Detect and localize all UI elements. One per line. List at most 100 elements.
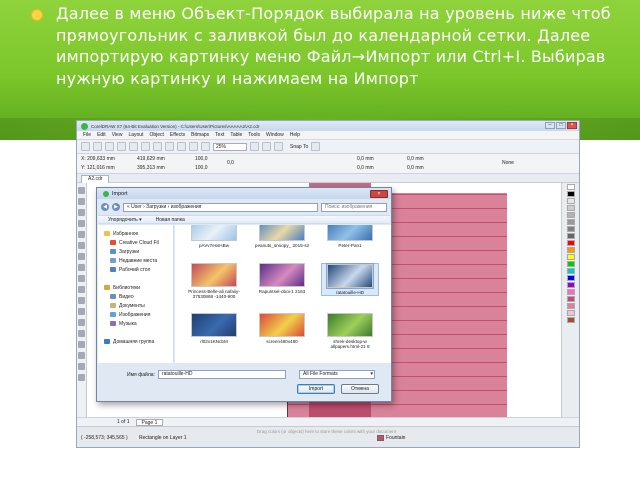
palette-swatch[interactable]: [567, 247, 575, 253]
freehand-tool-icon[interactable]: [78, 231, 85, 238]
nav-item[interactable]: Домашняя группа: [98, 337, 173, 346]
minimize-button[interactable]: –: [545, 122, 555, 129]
maximize-button[interactable]: □: [556, 122, 566, 129]
scale-x[interactable]: 100,0: [195, 156, 208, 162]
x-position[interactable]: X: 209,633 mm: [81, 156, 115, 162]
grid-icon[interactable]: [274, 142, 283, 151]
menu-item-bitmaps[interactable]: Bitmaps: [191, 132, 209, 138]
palette-swatch[interactable]: [567, 254, 575, 260]
open-icon[interactable]: [93, 142, 102, 151]
file-item[interactable]: rl02x1KNcbM: [185, 313, 243, 344]
palette-swatch[interactable]: [567, 261, 575, 267]
file-item[interactable]: screen480x480: [253, 313, 311, 344]
forward-arrow-icon[interactable]: ▶: [112, 203, 120, 211]
document-tab[interactable]: A2.cdr: [81, 175, 110, 183]
menu-item-layout[interactable]: Layout: [128, 132, 143, 138]
text-tool-icon[interactable]: [78, 286, 85, 293]
cancel-button[interactable]: Отмена: [341, 384, 379, 394]
menu-item-text[interactable]: Text: [215, 132, 224, 138]
ellipse-tool-icon[interactable]: [78, 264, 85, 271]
outline-width-select[interactable]: None: [502, 160, 514, 166]
file-item[interactable]: Rapuntsel-oboi-1 2163: [253, 263, 311, 294]
import-button[interactable]: Import: [297, 384, 335, 394]
object-width[interactable]: 419,629 mm: [137, 156, 165, 162]
parallel-dimension-icon[interactable]: [78, 297, 85, 304]
file-item[interactable]: ratatouille-HD: [321, 263, 379, 297]
file-item[interactable]: Peter-Pan1: [321, 225, 379, 248]
palette-swatch[interactable]: [567, 282, 575, 288]
rectangle-tool-icon[interactable]: [78, 253, 85, 260]
menu-item-view[interactable]: View: [112, 132, 123, 138]
full-screen-icon[interactable]: [250, 142, 259, 151]
rotation-angle[interactable]: 0,0: [227, 160, 234, 166]
options-icon[interactable]: [311, 142, 321, 151]
new-folder-button[interactable]: Новая папка: [156, 217, 185, 223]
nav-item[interactable]: Рабочий стол: [98, 265, 173, 274]
file-item[interactable]: Princess-Belle-ali nafaiiy-37530868 -144…: [185, 263, 243, 300]
snap-to-menu[interactable]: Snap To: [290, 144, 308, 150]
cut-icon[interactable]: [129, 142, 138, 151]
zoom-level-select[interactable]: 25%: [213, 142, 247, 151]
scale-y[interactable]: 100,0: [195, 165, 208, 171]
palette-swatch[interactable]: [567, 296, 575, 302]
interactive-fill-icon[interactable]: [78, 352, 85, 359]
nav-item[interactable]: Избранное: [98, 229, 173, 238]
copy-icon[interactable]: [141, 142, 150, 151]
drop-shadow-icon[interactable]: [78, 319, 85, 326]
filetype-select[interactable]: All File Formats ▾: [299, 370, 375, 379]
object-height[interactable]: 395,313 mm: [137, 165, 165, 171]
menu-item-tools[interactable]: Tools: [248, 132, 260, 138]
search-input[interactable]: Поиск: изображения: [321, 202, 387, 212]
nav-item[interactable]: Недавние места: [98, 256, 173, 265]
palette-swatch[interactable]: [567, 191, 575, 197]
export-icon[interactable]: [201, 142, 210, 151]
transparency-tool-icon[interactable]: [78, 330, 85, 337]
zoom-tool-icon[interactable]: [78, 220, 85, 227]
palette-swatch[interactable]: [567, 303, 575, 309]
palette-swatch[interactable]: [567, 310, 575, 316]
palette-swatch[interactable]: [567, 233, 575, 239]
menu-item-file[interactable]: File: [83, 132, 91, 138]
menu-item-object[interactable]: Object: [149, 132, 163, 138]
new-document-icon[interactable]: [81, 142, 90, 151]
y-position[interactable]: Y: 121,016 mm: [81, 165, 115, 171]
page-count[interactable]: 1 of 1: [117, 419, 130, 425]
nav-item[interactable]: Изображения: [98, 310, 173, 319]
paste-icon[interactable]: [153, 142, 162, 151]
print-icon[interactable]: [117, 142, 126, 151]
shape-tool-icon[interactable]: [78, 198, 85, 205]
menu-item-table[interactable]: Table: [230, 132, 242, 138]
close-button[interactable]: ×: [567, 122, 577, 129]
menu-item-help[interactable]: Help: [290, 132, 300, 138]
nav-item[interactable]: Документы: [98, 301, 173, 310]
smart-fill-icon[interactable]: [78, 363, 85, 370]
palette-swatch[interactable]: [567, 184, 575, 190]
nav-item[interactable]: Видео: [98, 292, 173, 301]
nav-item[interactable]: Библиотеки: [98, 283, 173, 292]
menu-item-effects[interactable]: Effects: [170, 132, 185, 138]
eyedropper-icon[interactable]: [78, 341, 85, 348]
pick-tool-icon[interactable]: [78, 187, 85, 194]
menu-item-window[interactable]: Window: [266, 132, 284, 138]
menu-item-edit[interactable]: Edit: [97, 132, 106, 138]
organize-button[interactable]: Упорядочить ▾: [108, 217, 142, 223]
palette-swatch[interactable]: [567, 275, 575, 281]
palette-swatch[interactable]: [567, 226, 575, 232]
file-item[interactable]: shrek-desktop-w allpapers.html-21 8: [321, 313, 379, 350]
corner-radius-1[interactable]: 0,0 mm: [357, 156, 374, 162]
file-item[interactable]: pAVv7essHBw: [185, 225, 243, 248]
corner-radius-3[interactable]: 0,0 mm: [407, 156, 424, 162]
nav-item[interactable]: Загрузки: [98, 247, 173, 256]
undo-icon[interactable]: [165, 142, 174, 151]
rulers-icon[interactable]: [262, 142, 271, 151]
palette-swatch[interactable]: [567, 219, 575, 225]
corner-radius-2[interactable]: 0,0 mm: [357, 165, 374, 171]
dialog-close-button[interactable]: ×: [370, 190, 388, 198]
page-tab[interactable]: Page 1: [135, 418, 164, 426]
palette-swatch[interactable]: [567, 240, 575, 246]
file-item[interactable]: peanuts_snoopy_ 2015-s2: [253, 225, 311, 248]
back-arrow-icon[interactable]: ◀: [101, 203, 109, 211]
connector-tool-icon[interactable]: [78, 308, 85, 315]
palette-swatch[interactable]: [567, 268, 575, 274]
artistic-media-icon[interactable]: [78, 242, 85, 249]
